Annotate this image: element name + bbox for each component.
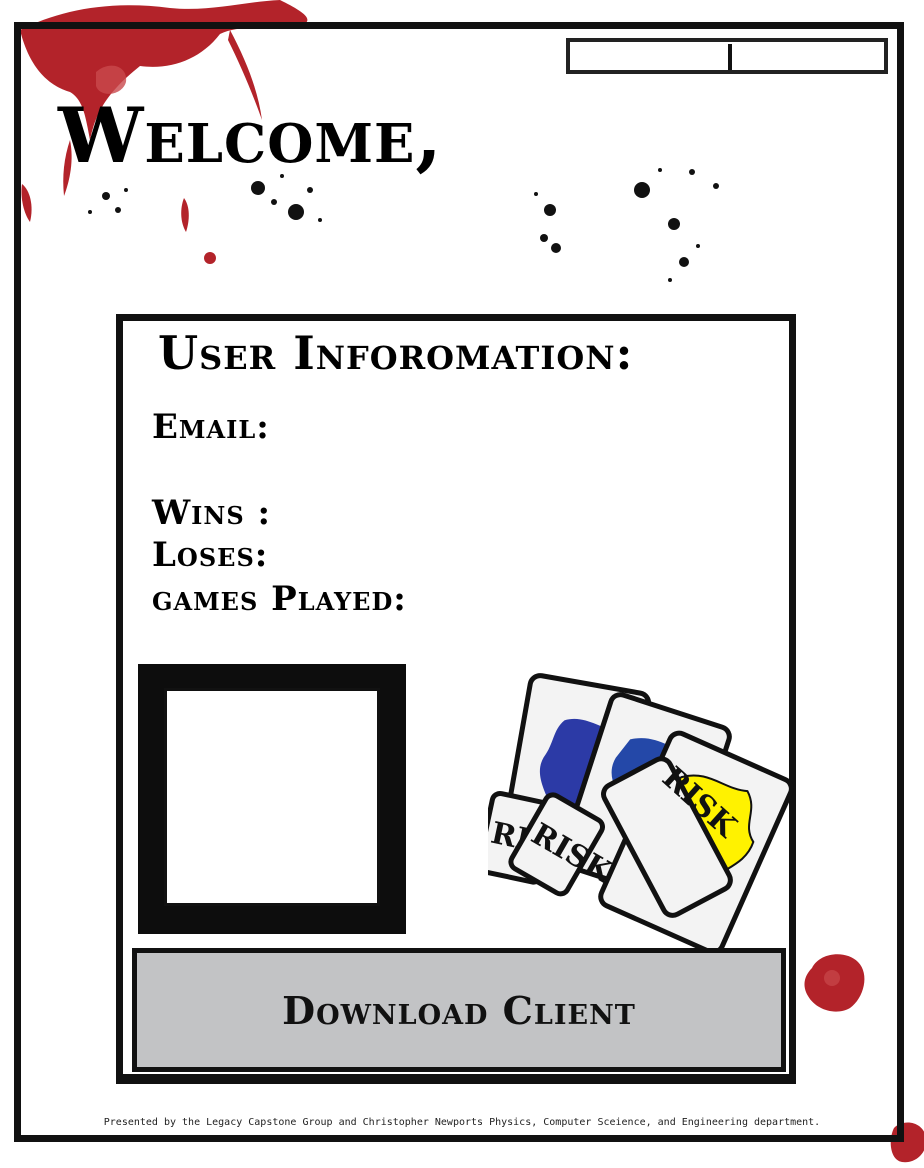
wins-label: Wins : [152,493,272,533]
user-name-field[interactable] [566,38,888,74]
download-client-label: Download Client [282,987,636,1033]
email-row: Email: [152,410,270,444]
games-played-row: games Played: [152,582,407,616]
avatar-image-slot [164,688,380,906]
footer-credit: Presented by the Legacy Capstone Group a… [103,1117,821,1128]
text-cursor [728,44,732,70]
games-played-label: games Played: [152,579,407,619]
email-label: Email: [152,407,270,447]
loses-row: Loses: [152,538,268,572]
avatar-frame [138,664,406,934]
welcome-heading: Welcome, [58,91,443,180]
wins-row: Wins : [152,496,271,530]
loses-label: Loses: [152,535,269,575]
user-info-title: User Inforomation: [158,326,634,380]
risk-cards-illustration: RISK RISK RISK [488,673,794,954]
download-client-button[interactable]: Download Client [132,948,786,1072]
